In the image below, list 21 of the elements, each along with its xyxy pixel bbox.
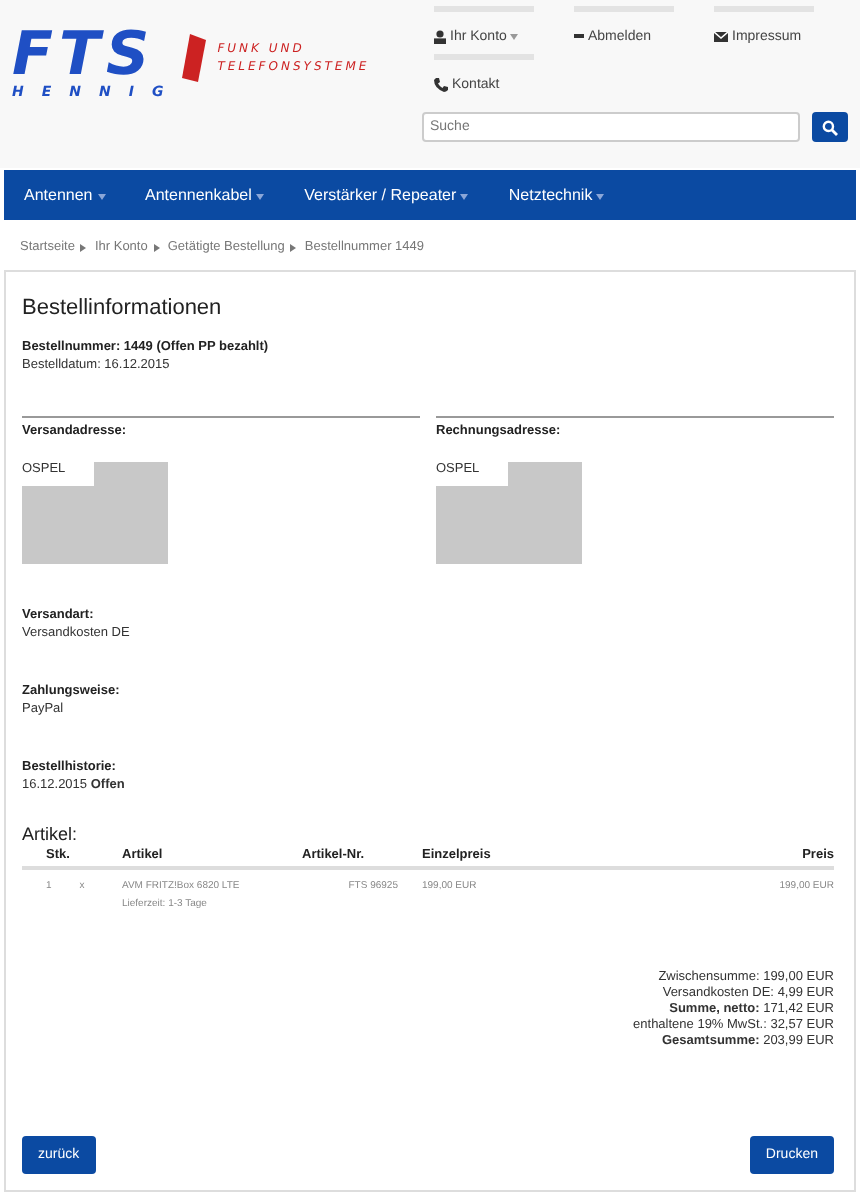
caret-icon bbox=[256, 194, 265, 200]
separator-icon bbox=[290, 240, 299, 256]
logo-mark-icon bbox=[181, 34, 206, 82]
logo-text: FTS bbox=[12, 28, 156, 84]
caret-icon bbox=[596, 194, 605, 200]
phone-icon bbox=[434, 77, 448, 91]
nav-item[interactable]: Netztechnik bbox=[508, 186, 605, 204]
nav-item[interactable]: Antennenkabel bbox=[145, 186, 265, 204]
items-heading: Artikel: bbox=[22, 824, 80, 844]
separator-icon bbox=[80, 240, 89, 256]
caret-icon bbox=[97, 194, 105, 200]
minus-icon bbox=[574, 34, 584, 38]
card-title: Bestellinformationen bbox=[22, 296, 224, 320]
nav-item[interactable]: Verstärker / Repeater bbox=[304, 186, 469, 204]
mail-icon bbox=[714, 31, 728, 41]
separator-icon bbox=[153, 240, 162, 256]
nav-item[interactable]: Antennen bbox=[24, 186, 105, 204]
caret-icon bbox=[460, 194, 469, 200]
search-button[interactable] bbox=[812, 112, 848, 142]
search-icon bbox=[822, 119, 838, 135]
user-icon bbox=[434, 29, 446, 43]
